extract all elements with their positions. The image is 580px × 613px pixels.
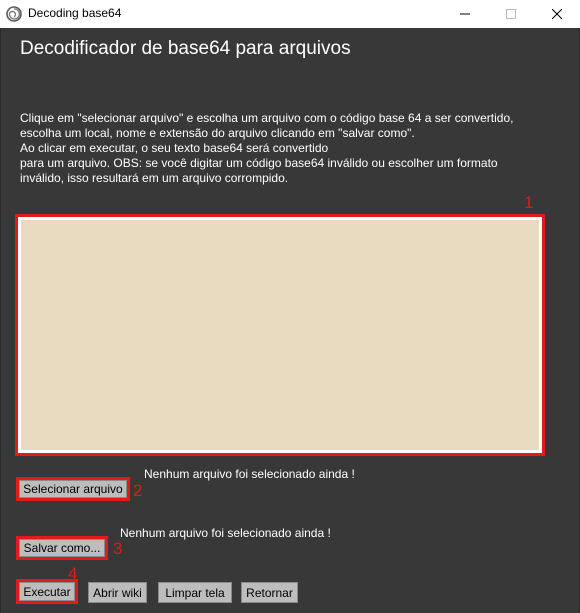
marker-2: 2 xyxy=(133,481,143,500)
textarea-highlight xyxy=(15,214,545,456)
clear-screen-button[interactable]: Limpar tela xyxy=(158,582,232,603)
instruction-line: Clique em "selecionar arquivo" e escolha… xyxy=(20,111,514,125)
minimize-button[interactable] xyxy=(442,0,488,28)
close-icon xyxy=(552,9,562,19)
instruction-line: escolha um local, nome e extensão do arq… xyxy=(20,126,415,140)
save-as-status: Nenhum arquivo foi selecionado ainda ! xyxy=(120,526,331,540)
select-file-status: Nenhum arquivo foi selecionado ainda ! xyxy=(144,467,355,481)
back-button[interactable]: Retornar xyxy=(241,582,298,603)
base64-input[interactable] xyxy=(21,220,539,450)
page-title: Decodificador de base64 para arquivos xyxy=(20,38,351,59)
swirl-app-icon xyxy=(6,6,22,22)
marker-3: 3 xyxy=(113,539,123,558)
instruction-line: para um arquivo. OBS: se você digitar um… xyxy=(20,156,498,170)
maximize-button[interactable] xyxy=(488,0,534,28)
execute-button[interactable]: Executar xyxy=(19,582,75,601)
title-bar: Decoding base64 xyxy=(0,0,580,28)
open-wiki-button[interactable]: Abrir wiki xyxy=(88,582,147,603)
minimize-icon xyxy=(460,13,470,15)
instruction-line: Ao clicar em executar, o seu texto base6… xyxy=(20,141,329,155)
maximize-icon xyxy=(506,9,516,19)
instruction-line: inválido, isso resultará em um arquivo c… xyxy=(20,171,289,185)
main-panel: Decodificador de base64 para arquivos Cl… xyxy=(0,28,580,613)
window-title: Decoding base64 xyxy=(28,6,122,20)
instructions-text: Clique em "selecionar arquivo" e escolha… xyxy=(20,111,565,186)
save-as-button[interactable]: Salvar como... xyxy=(19,539,105,557)
marker-1: 1 xyxy=(524,193,534,212)
select-file-button[interactable]: Selecionar arquivo xyxy=(19,480,127,498)
close-button[interactable] xyxy=(534,0,580,28)
